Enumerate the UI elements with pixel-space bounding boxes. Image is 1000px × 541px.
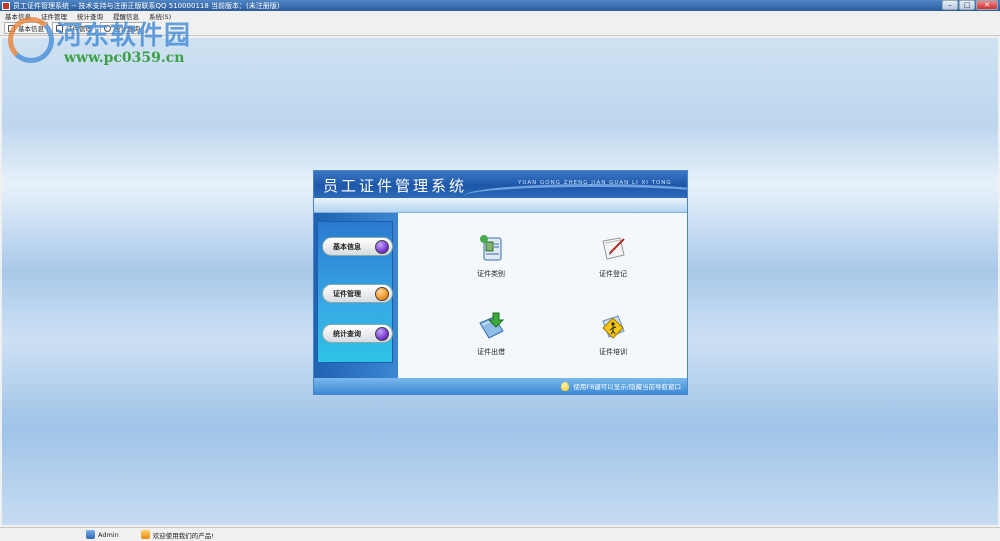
panel-footer: 使用F8键可以显示/隐藏当前导航窗口 xyxy=(314,378,687,394)
tile-certificate-register[interactable]: 证件登记 xyxy=(573,233,653,289)
smile-icon xyxy=(140,530,150,539)
window-controls: – □ ✕ xyxy=(941,0,998,11)
orange-orb-icon xyxy=(375,287,389,301)
tile-label: 证件类别 xyxy=(477,270,505,278)
status-welcome: 欢迎使用我们的产品! xyxy=(140,530,214,540)
purple-orb-icon xyxy=(375,327,389,341)
menu-statistics-query[interactable]: 统计查询 xyxy=(72,11,108,21)
side-nav: 基本信息 证件管理 统计查询 xyxy=(314,213,398,378)
panel-pinyin: YUAN GONG ZHENG JIAN GUAN LI XI TONG xyxy=(518,180,672,186)
side-nav-inner: 基本信息 证件管理 统计查询 xyxy=(317,221,393,363)
panel-title: 员工证件管理系统 xyxy=(323,177,468,195)
toolbar-certificate-button[interactable]: 证件管理 xyxy=(52,22,96,34)
panel-header: 员工证件管理系统 YUAN GONG ZHENG JIAN GUAN LI XI… xyxy=(314,171,687,198)
certificate-register-icon xyxy=(598,233,628,263)
header-swoosh xyxy=(464,184,687,198)
maximize-button[interactable]: □ xyxy=(959,0,975,10)
toolbar-label: 基本信息 xyxy=(18,25,44,33)
status-user: Admin xyxy=(86,530,119,539)
menu-system[interactable]: 系统(S) xyxy=(144,11,176,21)
window-title: 员工证件管理系统 -- 技术支持与注册正版联系QQ 510000118 当前版本… xyxy=(13,1,280,10)
nav-statistics-query-button[interactable]: 统计查询 xyxy=(322,324,393,343)
title-bar: 员工证件管理系统 -- 技术支持与注册正版联系QQ 510000118 当前版本… xyxy=(0,0,1000,11)
nav-label: 基本信息 xyxy=(333,242,361,251)
menu-certificate-management[interactable]: 证件管理 xyxy=(36,11,72,21)
nav-label: 证件管理 xyxy=(333,289,361,298)
menu-reminder[interactable]: 提醒信息 xyxy=(108,11,144,21)
chart-icon xyxy=(104,24,111,32)
minimize-button[interactable]: – xyxy=(942,0,958,10)
toolbar-statistics-button[interactable]: 统计查询 xyxy=(100,22,144,34)
tile-label: 证件登记 xyxy=(599,270,627,278)
nav-basic-info-button[interactable]: 基本信息 xyxy=(322,237,393,256)
menu-basic-info[interactable]: 基本信息 xyxy=(0,11,36,21)
panel-content: 证件类别 证件登记 证件出借 证件培训 xyxy=(398,213,687,378)
certificate-training-icon xyxy=(598,311,628,341)
purple-orb-icon xyxy=(375,240,389,254)
nav-label: 统计查询 xyxy=(333,329,361,338)
nav-certificate-management-button[interactable]: 证件管理 xyxy=(322,284,393,303)
tile-certificate-category[interactable]: 证件类别 xyxy=(451,233,531,289)
tile-label: 证件出借 xyxy=(477,348,505,356)
user-icon xyxy=(86,530,95,539)
panel-subheader xyxy=(314,198,687,213)
lightbulb-icon xyxy=(561,381,570,391)
app-icon xyxy=(2,1,10,10)
navigation-panel: 员工证件管理系统 YUAN GONG ZHENG JIAN GUAN LI XI… xyxy=(313,170,688,395)
toolbar-basic-info-button[interactable]: 基本信息 xyxy=(4,22,48,34)
toolbar: 基本信息 证件管理 统计查询 xyxy=(0,21,1000,36)
card-icon xyxy=(56,24,63,32)
book-icon xyxy=(8,24,15,32)
toolbar-label: 证件管理 xyxy=(66,25,92,33)
footer-tip: 使用F8键可以显示/隐藏当前导航窗口 xyxy=(573,383,681,391)
close-button[interactable]: ✕ xyxy=(976,0,998,10)
tile-certificate-lend[interactable]: 证件出借 xyxy=(451,311,531,367)
tile-certificate-training[interactable]: 证件培训 xyxy=(573,311,653,367)
toolbar-label: 统计查询 xyxy=(114,25,140,33)
status-bar: Admin 欢迎使用我们的产品! xyxy=(0,527,1000,541)
status-welcome-text: 欢迎使用我们的产品! xyxy=(152,531,214,540)
status-user-name: Admin xyxy=(98,530,119,539)
certificate-category-icon xyxy=(476,233,506,263)
certificate-lend-icon xyxy=(476,311,506,341)
tile-label: 证件培训 xyxy=(599,348,627,356)
menu-bar: 基本信息 证件管理 统计查询 提醒信息 系统(S) xyxy=(0,11,1000,21)
